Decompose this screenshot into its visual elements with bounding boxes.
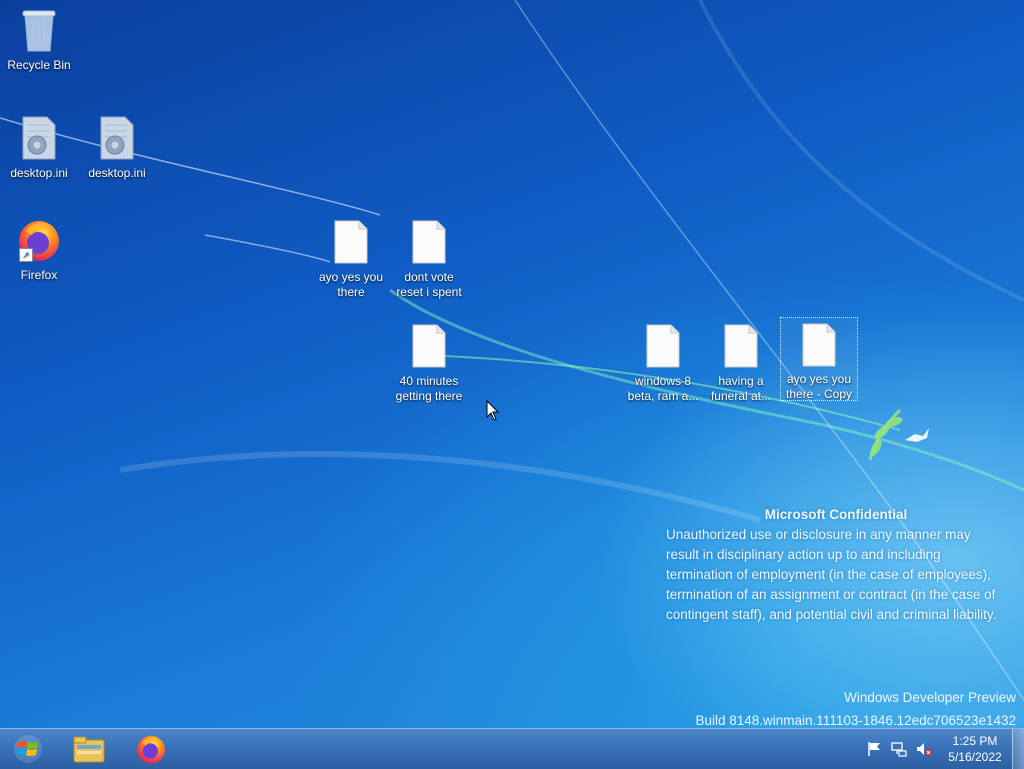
volume-muted-icon[interactable] [916, 741, 932, 757]
desktop-icon-text-file-selected[interactable]: ayo yes you there - Copy [780, 317, 858, 401]
desktop-icon-text-file[interactable]: ayo yes you there [313, 218, 389, 300]
build-watermark: Windows Developer Preview Build 8148.win… [695, 686, 1016, 732]
confidential-notice: Microsoft Confidential Unauthorized use … [666, 505, 1006, 625]
text-file-icon [795, 322, 843, 368]
desktop-icon-label: ayo yes you there - Copy [785, 371, 853, 400]
desktop-icon-label: 40 minutes getting there [395, 374, 463, 403]
taskbar: 1:25 PM 5/16/2022 [0, 728, 1024, 769]
desktop-icon-recycle-bin[interactable]: Recycle Bin [1, 6, 77, 73]
desktop-icon-text-file[interactable]: dont vote reset i spent [391, 218, 467, 300]
clock[interactable]: 1:25 PM 5/16/2022 [942, 733, 1008, 765]
desktop-icon-label: Recycle Bin [7, 58, 71, 72]
text-file-icon [327, 218, 375, 266]
firefox-icon: ↗ [15, 216, 63, 264]
desktop-icon-text-file[interactable]: having a funeral at... [703, 322, 779, 404]
desktop-icon-label: desktop.ini [10, 166, 68, 180]
mouse-cursor-icon [486, 400, 500, 421]
show-desktop-button[interactable] [1012, 729, 1024, 769]
clock-date: 5/16/2022 [948, 750, 1002, 764]
start-button[interactable] [6, 731, 50, 767]
desktop-icon-text-file[interactable]: 40 minutes getting there [391, 322, 467, 404]
desktop-icon-label: windows 8 beta, ram a... [627, 374, 699, 403]
desktop-icon-firefox[interactable]: ↗ Firefox [1, 216, 77, 283]
confidential-title: Microsoft Confidential [764, 507, 908, 522]
taskbar-file-explorer-button[interactable] [62, 731, 116, 767]
action-center-flag-icon[interactable] [866, 741, 882, 757]
settings-file-icon [15, 114, 63, 162]
text-file-icon [717, 322, 765, 370]
text-file-icon [405, 322, 453, 370]
desktop-icon-label: Firefox [20, 268, 58, 282]
desktop-icon-desktop-ini-1[interactable]: desktop.ini [1, 114, 77, 181]
desktop-icon-label: desktop.ini [88, 166, 146, 180]
taskbar-firefox-button[interactable] [124, 731, 178, 767]
desktop-icon-label: dont vote reset i spent [396, 270, 462, 299]
desktop-icon-desktop-ini-2[interactable]: desktop.ini [79, 114, 155, 181]
recycle-bin-icon [15, 6, 63, 54]
watermark-edition: Windows Developer Preview [844, 690, 1016, 705]
shortcut-arrow-icon: ↗ [19, 248, 33, 262]
clock-time: 1:25 PM [952, 734, 998, 748]
network-icon[interactable] [891, 741, 907, 757]
file-explorer-icon [73, 736, 105, 763]
desktop-icon-label: having a funeral at... [710, 374, 772, 403]
text-file-icon [405, 218, 453, 266]
settings-file-icon [93, 114, 141, 162]
confidential-body: Unauthorized use or disclosure in any ma… [666, 527, 997, 622]
firefox-icon [137, 735, 165, 764]
desktop-icon-label: ayo yes you there [318, 270, 384, 299]
windows-logo-icon [14, 735, 42, 763]
text-file-icon [639, 322, 687, 370]
desktop-icon-text-file[interactable]: windows 8 beta, ram a... [625, 322, 701, 404]
